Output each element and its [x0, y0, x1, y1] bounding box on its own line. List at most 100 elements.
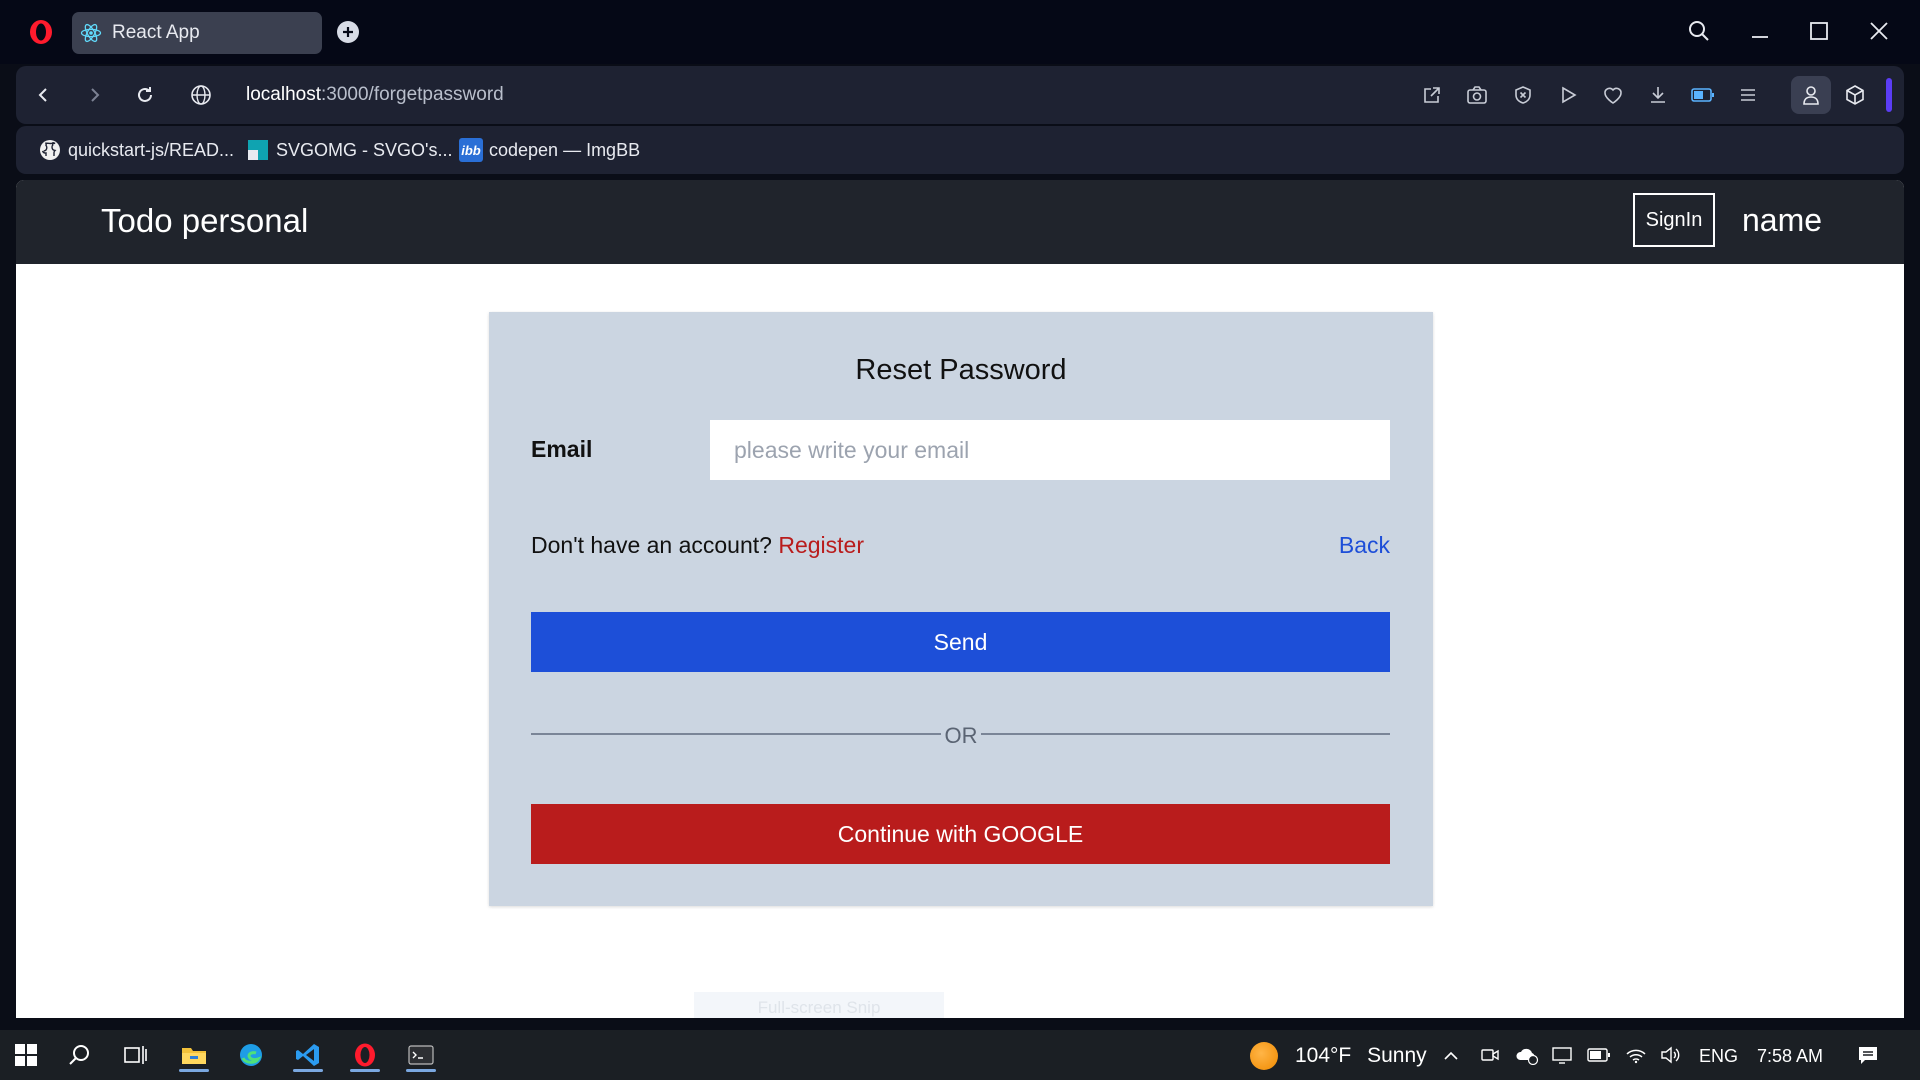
easy-setup-button[interactable]	[1734, 81, 1762, 109]
forward-button[interactable]	[80, 80, 110, 110]
chevron-up-icon	[1444, 1051, 1458, 1060]
reload-button[interactable]	[130, 80, 160, 110]
email-label: Email	[531, 436, 593, 462]
edge-icon	[240, 1044, 262, 1066]
edge-button[interactable]	[233, 1038, 269, 1072]
close-window-button[interactable]	[1862, 14, 1896, 48]
volume-button[interactable]	[1656, 1038, 1684, 1072]
battery-button[interactable]	[1585, 1038, 1613, 1072]
onedrive-button[interactable]	[1512, 1038, 1542, 1072]
battery-saver-button[interactable]	[1689, 81, 1717, 109]
address-bar: localhost:3000/forgetpassword	[16, 66, 1904, 124]
clock[interactable]: 7:58 AM	[1757, 1046, 1823, 1067]
arrow-left-icon	[38, 88, 47, 102]
player-button[interactable]	[1554, 81, 1582, 109]
minimize-button[interactable]	[1743, 14, 1777, 48]
share-button[interactable]	[1418, 81, 1446, 109]
back-button[interactable]	[28, 80, 58, 110]
url-host: localhost	[246, 84, 321, 105]
show-hidden-icons-button[interactable]	[1437, 1038, 1465, 1072]
camera-icon	[1467, 86, 1487, 104]
file-explorer-button[interactable]	[176, 1038, 212, 1072]
url-field[interactable]: localhost:3000/forgetpassword	[246, 84, 504, 106]
email-input[interactable]	[710, 420, 1390, 480]
running-indicator	[293, 1069, 323, 1072]
app-navbar: Todo personal SignIn name	[16, 180, 1904, 264]
vscode-button[interactable]	[290, 1038, 326, 1072]
plus-icon	[343, 27, 353, 37]
cloud-sync-icon	[1516, 1048, 1539, 1065]
reset-password-card: Reset Password Email Don't have an accou…	[489, 312, 1433, 906]
search-tabs-button[interactable]	[1682, 14, 1716, 48]
battery-icon	[1587, 1048, 1610, 1062]
opera-logo-icon[interactable]	[28, 19, 54, 45]
downloads-button[interactable]	[1644, 81, 1672, 109]
extensions-button[interactable]	[1841, 81, 1869, 109]
page-viewport: Todo personal SignIn name Reset Password…	[16, 180, 1904, 1018]
display-button[interactable]	[1548, 1038, 1576, 1072]
bookmark-label: quickstart-js/READ...	[68, 139, 235, 160]
shield-x-icon	[1515, 86, 1531, 104]
monitor-icon	[1552, 1047, 1572, 1064]
task-view-button[interactable]	[117, 1038, 153, 1072]
maximize-icon	[1810, 22, 1828, 40]
new-tab-button[interactable]	[337, 21, 359, 43]
notifications-button[interactable]	[1852, 1038, 1884, 1072]
send-button[interactable]: Send	[531, 612, 1390, 672]
wifi-button[interactable]	[1622, 1038, 1650, 1072]
terminal-button[interactable]	[403, 1038, 439, 1072]
running-indicator	[406, 1069, 436, 1072]
speaker-icon	[1661, 1046, 1680, 1064]
download-icon	[1651, 87, 1665, 103]
svgomg-icon	[246, 138, 270, 162]
search-button[interactable]	[62, 1038, 98, 1072]
wifi-icon	[1626, 1049, 1646, 1064]
heart-icon	[1604, 87, 1622, 104]
language-indicator[interactable]: ENG	[1699, 1046, 1738, 1067]
register-link[interactable]: Register	[778, 532, 864, 558]
browser-tab-active[interactable]: React App	[72, 12, 322, 54]
terminal-icon	[408, 1045, 434, 1065]
imgbb-icon: ibb	[459, 138, 483, 162]
sun-icon[interactable]	[1250, 1042, 1278, 1070]
tab-title: React App	[112, 22, 200, 43]
sidebar-accent-bar	[1886, 78, 1892, 112]
running-indicator	[350, 1069, 380, 1072]
notification-icon	[1859, 1047, 1877, 1064]
vscode-icon	[296, 1044, 319, 1066]
windows-icon	[15, 1044, 37, 1066]
user-name: name	[1742, 202, 1823, 238]
app-brand[interactable]: Todo personal	[101, 202, 308, 240]
maximize-button[interactable]	[1802, 14, 1836, 48]
favorites-button[interactable]	[1599, 81, 1627, 109]
bookmark-label: SVGOMG - SVGO's...	[276, 139, 453, 160]
no-account-text: Don't have an account?	[531, 532, 772, 558]
google-signin-button[interactable]: Continue with GOOGLE	[531, 804, 1390, 864]
cube-icon	[1846, 85, 1864, 105]
play-icon	[1562, 86, 1577, 104]
bookmark-imgbb[interactable]: ibb codepen — ImgBB	[459, 138, 640, 162]
meet-now-button[interactable]	[1476, 1038, 1504, 1072]
camera-video-icon	[1481, 1049, 1499, 1061]
github-icon	[38, 138, 62, 162]
site-info-button[interactable]	[186, 80, 216, 110]
weather-widget[interactable]: 104°F Sunny	[1295, 1044, 1427, 1068]
bookmark-github[interactable]: quickstart-js/READ...	[38, 138, 234, 162]
adblock-button[interactable]	[1509, 81, 1537, 109]
opera-icon	[355, 1043, 375, 1067]
card-title: Reset Password	[855, 354, 1067, 386]
minimize-icon	[1752, 36, 1768, 38]
profile-button[interactable]	[1791, 76, 1831, 114]
browser-titlebar: React App	[0, 0, 1920, 64]
start-button[interactable]	[8, 1038, 44, 1072]
imgbb-icon-text: ibb	[461, 142, 481, 158]
task-view-icon	[124, 1046, 147, 1064]
reload-icon	[138, 87, 152, 102]
running-indicator	[179, 1069, 209, 1072]
menu-icon	[1741, 89, 1755, 101]
snapshot-button[interactable]	[1463, 81, 1491, 109]
back-link[interactable]: Back	[1339, 532, 1390, 559]
signin-button[interactable]: SignIn	[1633, 193, 1715, 247]
bookmark-svgomg[interactable]: SVGOMG - SVGO's...	[246, 138, 452, 162]
opera-taskbar-button[interactable]	[347, 1038, 383, 1072]
